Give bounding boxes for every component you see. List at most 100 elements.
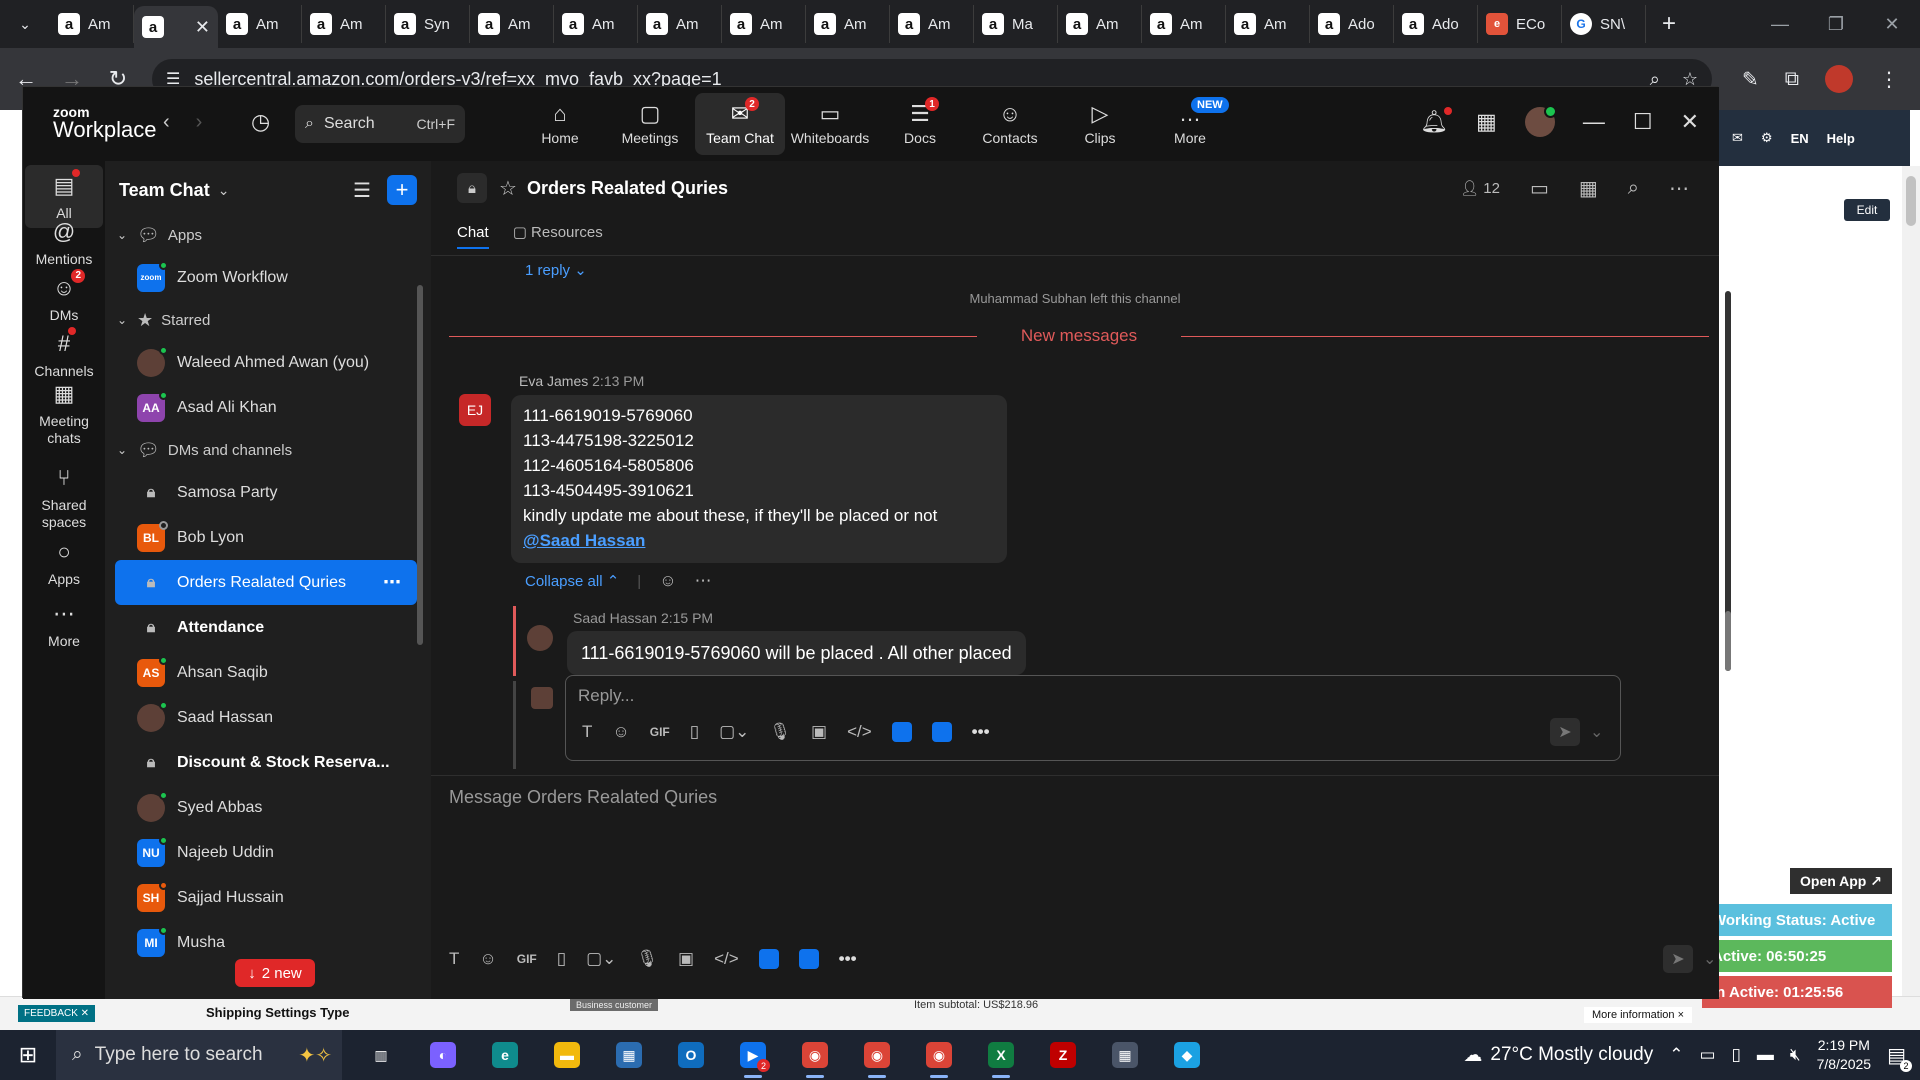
browser-tab[interactable]: e ECo	[1478, 5, 1562, 43]
chrome-profile-taskbar-button[interactable]: ◉	[846, 1030, 908, 1080]
channel-item[interactable]: 🔒︎ Orders Realated Quries ⋯	[115, 560, 417, 605]
browser-tab[interactable]: a Ado	[1394, 5, 1478, 43]
microphone-icon[interactable]: 🎙︎	[636, 949, 658, 969]
extensions-puzzle-icon[interactable]: ⧉	[1785, 68, 1799, 91]
task-view-taskbar-button[interactable]: ▥	[350, 1030, 412, 1080]
zoom-back-icon[interactable]: ‹	[163, 111, 170, 134]
volume-muted-icon[interactable]: 🔇︎	[1790, 1045, 1801, 1065]
video-call-icon[interactable]: ▭	[1530, 176, 1549, 201]
nav-tab-contacts[interactable]: ☺ Contacts	[965, 93, 1055, 155]
history-icon[interactable]: ◷	[251, 109, 270, 135]
rail-item-shared-spaces[interactable]: ⑂ Shared spaces	[25, 465, 103, 531]
sidebar-title[interactable]: Team Chat	[119, 180, 210, 201]
nav-tab-clips[interactable]: ▷ Clips	[1055, 93, 1145, 155]
microsoft-store-taskbar-button[interactable]: ▦	[598, 1030, 660, 1080]
rail-item-apps[interactable]: ○ Apps	[25, 539, 103, 588]
rail-item-more[interactable]: ⋯ More	[25, 601, 103, 650]
tab-resources[interactable]: ▢ Resources	[513, 223, 603, 241]
dm-item[interactable]: AS Ahsan Saqib	[115, 650, 417, 695]
copilot-taskbar-button[interactable]: ◐	[412, 1030, 474, 1080]
feedback-button[interactable]: FEEDBACK ✕	[18, 1005, 96, 1022]
send-options-chevron-icon[interactable]: ⌄	[1590, 722, 1603, 742]
zoom-close-button[interactable]: ✕	[1681, 109, 1699, 135]
dm-item[interactable]: NU Najeeb Uddin	[115, 830, 417, 875]
section-header[interactable]: ⌄ 💬︎ DMs and channels	[105, 430, 423, 470]
chrome-profile-2-taskbar-button[interactable]: ◉	[908, 1030, 970, 1080]
message-more-icon[interactable]: ⋯	[695, 571, 712, 591]
tab-close-icon[interactable]: ✕	[195, 17, 210, 38]
collapse-all-button[interactable]: Collapse all ⌃	[525, 572, 619, 590]
video-message-icon[interactable]: ▣	[678, 949, 694, 969]
reply-input[interactable]: Reply...	[578, 686, 634, 706]
device-icon[interactable]: ▯	[1732, 1045, 1741, 1065]
app-icon[interactable]	[758, 949, 779, 969]
microphone-icon[interactable]: 🎙︎	[769, 722, 791, 742]
nav-tab-docs[interactable]: ☰ Docs 1	[875, 93, 965, 155]
browser-tab[interactable]: a Am	[806, 5, 890, 43]
message-bubble[interactable]: 111-6619019-5769060 113-4475198-3225012 …	[511, 395, 1007, 563]
channel-search-icon[interactable]: ⌕	[1628, 177, 1639, 200]
replies-link[interactable]: 1 reply ⌄	[525, 261, 587, 279]
calculator-taskbar-button[interactable]: ▦	[1094, 1030, 1156, 1080]
profile-avatar[interactable]	[1825, 65, 1854, 93]
browser-tab[interactable]: G SN\	[1562, 5, 1646, 43]
show-hidden-icons-chevron-icon[interactable]: ⌃	[1669, 1045, 1683, 1065]
browser-tab[interactable]: a Am	[50, 5, 134, 43]
open-app-button[interactable]: Open App ↗	[1790, 868, 1892, 894]
reply-avatar[interactable]	[527, 625, 553, 651]
channel-name[interactable]: Orders Realated Quries	[527, 178, 728, 199]
text-format-icon[interactable]: T	[449, 949, 459, 969]
nav-tab-meetings[interactable]: ▢ Meetings	[605, 93, 695, 155]
edit-button[interactable]: Edit	[1844, 199, 1890, 221]
browser-tab[interactable]: a Am	[1058, 5, 1142, 43]
browser-tab[interactable]: a Am	[218, 5, 302, 43]
code-snippet-icon[interactable]: </>	[847, 722, 872, 742]
section-header[interactable]: ⌄ 💬︎ Apps	[105, 215, 423, 255]
zoom-app-icon[interactable]	[931, 722, 952, 742]
browser-tab[interactable]: a Syn	[386, 5, 470, 43]
start-button[interactable]: ⊞	[0, 1030, 56, 1080]
more-options-icon[interactable]: ⋯	[1669, 176, 1689, 201]
browser-tab[interactable]: a Am	[638, 5, 722, 43]
help-link[interactable]: Help	[1827, 131, 1855, 146]
browser-tab[interactable]: a Ma	[974, 5, 1058, 43]
page-scrollbar-thumb[interactable]	[1906, 176, 1916, 226]
language-select[interactable]: EN	[1791, 131, 1809, 146]
outlook-taskbar-button[interactable]: O	[660, 1030, 722, 1080]
excel-taskbar-button[interactable]: X	[970, 1030, 1032, 1080]
nav-tab-team-chat[interactable]: ✉ Team Chat 2	[695, 93, 785, 155]
more-information-link[interactable]: More information ×	[1584, 1007, 1693, 1023]
clock[interactable]: 2:19 PM 7/8/2025	[1817, 1036, 1872, 1074]
channel-item[interactable]: 🔒︎ Discount & Stock Reserva...	[115, 740, 417, 785]
nav-tab-more[interactable]: … More NEW	[1145, 93, 1235, 155]
file-icon[interactable]: ▯	[690, 722, 699, 742]
emoji-icon[interactable]: ☺	[612, 722, 629, 742]
message-avatar[interactable]: EJ	[459, 394, 491, 426]
tab-chat[interactable]: Chat	[457, 224, 489, 249]
nav-tab-whiteboards[interactable]: ▭ Whiteboards	[785, 93, 875, 155]
page-scrollbar[interactable]	[1902, 166, 1920, 1030]
new-tab-button[interactable]: +	[1652, 7, 1686, 41]
screenshot-icon[interactable]: ▢⌄	[719, 722, 749, 742]
display-icon[interactable]: ▭	[1699, 1045, 1715, 1065]
rail-item-meeting-chats[interactable]: ▦ Meeting chats	[25, 381, 103, 447]
notifications-bell-icon[interactable]: 🔔︎	[1420, 107, 1452, 135]
browser-tab[interactable]: a Am	[890, 5, 974, 43]
settings-gear-icon[interactable]: ⚙	[1761, 130, 1773, 146]
dm-item[interactable]: BL Bob Lyon	[115, 515, 417, 560]
close-window-button[interactable]: ✕	[1864, 0, 1920, 48]
rail-item-channels[interactable]: # Channels	[25, 327, 103, 380]
calendar-icon[interactable]: ▦	[1476, 109, 1497, 135]
emoji-icon[interactable]: ☺	[479, 949, 496, 969]
message-input[interactable]: Message Orders Realated Quries	[449, 787, 717, 808]
zoom-search[interactable]: ⌕ Search Ctrl+F	[295, 105, 465, 143]
browser-tab[interactable]: a Am	[722, 5, 806, 43]
browser-tab[interactable]: a Am	[470, 5, 554, 43]
browser-tab[interactable]: a Am	[554, 5, 638, 43]
reply-composer[interactable]: Reply... T ☺ GIF ▯ ▢⌄ 🎙︎ ▣ </> ••• ➤ ⌄	[565, 675, 1621, 761]
dm-item[interactable]: SH Sajjad Hussain	[115, 875, 417, 920]
dm-item[interactable]: AA Asad Ali Khan	[115, 385, 417, 430]
taskbar-search[interactable]: ⌕ Type here to search ✦✧	[56, 1030, 342, 1080]
compose-send-button[interactable]: ➤	[1663, 945, 1693, 973]
chat-scrollbar-thumb[interactable]	[1725, 611, 1731, 671]
